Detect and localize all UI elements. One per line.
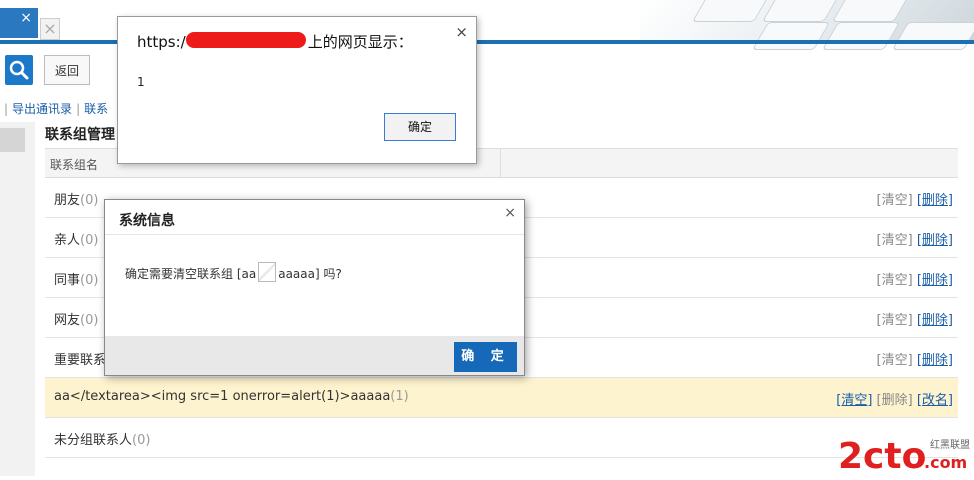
group-name[interactable]: aa</textarea><img src=1 onerror=alert(1)… xyxy=(54,389,390,404)
delete-link[interactable]: [删除] xyxy=(917,233,953,248)
watermark-text: 2cto xyxy=(838,436,926,476)
watermark-logo: 2cto .com 红黑联盟 xyxy=(838,430,974,477)
dialog-close-icon[interactable]: × xyxy=(504,205,516,221)
group-name[interactable]: 未分组联系人 xyxy=(54,433,132,448)
export-contacts-link[interactable]: 导出通讯录 xyxy=(12,102,72,116)
alert-close-icon[interactable]: × xyxy=(455,23,468,41)
system-info-dialog: 系统信息 × 确定需要清空联系组 [aa aaaaa] 吗? 确 定 xyxy=(104,199,525,376)
clear-link[interactable]: [清空] xyxy=(877,193,913,208)
dialog-title: 系统信息 xyxy=(119,213,175,229)
tab-close-button[interactable]: × xyxy=(40,18,60,40)
group-count: (0) xyxy=(132,433,151,448)
group-name[interactable]: 同事 xyxy=(54,273,80,288)
group-name[interactable]: 网友 xyxy=(54,313,80,328)
header-decoration-image xyxy=(640,0,974,50)
delete-link[interactable]: [删除] xyxy=(917,273,953,288)
redaction-mark xyxy=(186,32,306,48)
delete-link[interactable]: [删除] xyxy=(917,313,953,328)
alert-ok-button[interactable]: 确定 xyxy=(384,113,456,141)
table-row-selected: aa</textarea><img src=1 onerror=alert(1)… xyxy=(45,378,958,418)
group-name[interactable]: 重要联系 xyxy=(54,353,106,368)
section-title: 联系组管理 xyxy=(45,127,115,143)
alert-message: 1 xyxy=(137,75,145,89)
table-row: 未分组联系人(0) xyxy=(45,418,958,458)
back-button[interactable]: 返回 xyxy=(44,55,90,85)
search-button[interactable] xyxy=(5,55,33,85)
group-count: (0) xyxy=(80,193,99,208)
watermark-tld: .com xyxy=(924,453,967,472)
sidebar-item-selected[interactable] xyxy=(0,128,25,152)
left-sidebar xyxy=(0,122,35,476)
group-count: (0) xyxy=(80,233,99,248)
clear-link[interactable]: [清空] xyxy=(877,353,913,368)
group-name[interactable]: 亲人 xyxy=(54,233,80,248)
group-name[interactable]: 朋友 xyxy=(54,193,80,208)
group-count: (0) xyxy=(80,273,99,288)
watermark-cn: 红黑联盟 xyxy=(930,438,970,451)
broken-image-icon xyxy=(258,262,277,282)
clear-link[interactable]: [清空] xyxy=(877,233,913,248)
alert-title-prefix: https:/ xyxy=(137,33,186,51)
column-header-group-name: 联系组名 xyxy=(50,158,99,172)
clear-link[interactable]: [清空] xyxy=(877,273,913,288)
clear-link[interactable]: [清空] xyxy=(836,393,872,408)
delete-link[interactable]: [删除] xyxy=(877,393,913,408)
alert-title-suffix: 上的网页显示： xyxy=(307,33,413,51)
rename-link[interactable]: [改名] xyxy=(917,393,953,408)
group-count: (1) xyxy=(390,389,409,404)
tab-close-icon[interactable]: × xyxy=(20,10,32,26)
search-icon xyxy=(9,60,29,80)
link-bar: | 导出通讯录 | 联系 xyxy=(4,102,109,116)
dialog-message: 确定需要清空联系组 [aa aaaaa] 吗? xyxy=(125,262,342,282)
group-count: (0) xyxy=(80,313,99,328)
delete-link[interactable]: [删除] xyxy=(917,353,953,368)
clear-link[interactable]: [清空] xyxy=(877,313,913,328)
dialog-confirm-button[interactable]: 确 定 xyxy=(454,342,517,372)
delete-link[interactable]: [删除] xyxy=(917,193,953,208)
browser-alert-dialog: https:/ 上的网页显示： × 1 确定 xyxy=(117,16,477,164)
tab-active[interactable]: × xyxy=(0,8,38,38)
contacts-link[interactable]: 联系 xyxy=(84,102,108,116)
